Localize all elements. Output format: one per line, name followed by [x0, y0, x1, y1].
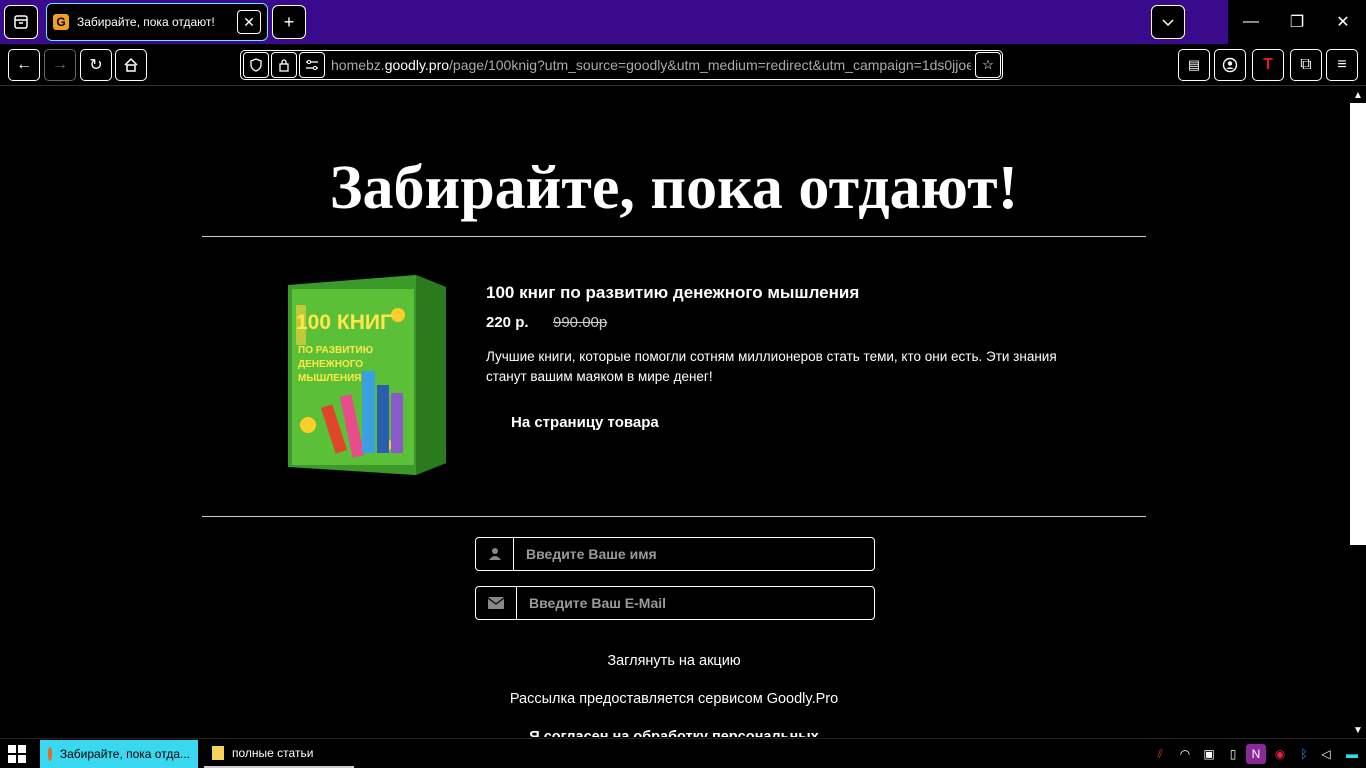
tab-title: Забирайте, пока отдают!	[77, 15, 215, 29]
home-button[interactable]	[115, 49, 147, 81]
firefox-icon	[48, 747, 52, 761]
tab-bar: G Забирайте, пока отдают! ✕ + — ❐ ✕	[0, 0, 1366, 44]
account-button[interactable]	[1214, 49, 1246, 81]
tab-list-button[interactable]	[1151, 5, 1185, 39]
name-field	[475, 537, 875, 571]
url-prefix: homebz.	[331, 57, 385, 73]
notification-icon[interactable]: ▬	[1342, 744, 1362, 764]
scroll-up-icon[interactable]: ▲	[1350, 87, 1366, 103]
menu-button[interactable]: ≡	[1326, 49, 1358, 81]
forward-button[interactable]: →	[44, 49, 76, 81]
email-field	[475, 586, 875, 620]
lock-icon	[279, 59, 289, 72]
taskbar-item-browser[interactable]: Забирайте, пока отда...	[40, 740, 198, 768]
bookmark-star-button[interactable]: ☆	[975, 52, 1001, 78]
restore-button[interactable]: ❐	[1274, 0, 1320, 44]
navigation-toolbar: ← → ↻ homebz.goodly.pro/page/100knig?utm…	[0, 44, 1366, 86]
user-icon	[476, 538, 514, 570]
extensions-button[interactable]: ⧉	[1290, 49, 1322, 81]
sidebar-button[interactable]: ▤	[1178, 49, 1210, 81]
name-input[interactable]	[514, 538, 874, 570]
cover-subtitle-2: ДЕНЕЖНОГО	[298, 359, 363, 370]
reload-icon: ↻	[89, 57, 103, 74]
url-text[interactable]: homebz.goodly.pro/page/100knig?utm_sourc…	[331, 57, 971, 73]
sliders-icon	[306, 59, 318, 71]
tray-app-icon[interactable]: ⫽	[1150, 744, 1170, 764]
product-page-link[interactable]: На страницу товара	[511, 414, 659, 431]
star-icon: ☆	[982, 57, 994, 72]
product-description: Лучшие книги, которые помогли сотням мил…	[486, 349, 1057, 384]
promo-link[interactable]: Заглянуть на акцию	[202, 653, 1146, 669]
tray-opera-icon[interactable]: ◉	[1270, 744, 1290, 764]
windows-start-icon[interactable]	[8, 745, 26, 763]
account-icon	[1222, 57, 1238, 73]
minimize-button[interactable]: —	[1228, 0, 1274, 44]
folder-icon	[212, 746, 224, 760]
product-cover-image: 100 КНИГ ПО РАЗВИТИЮ ДЕНЕЖНОГО МЫШЛЕНИЯ	[288, 275, 446, 475]
sidebar-icon: ▤	[1187, 57, 1201, 72]
puzzle-icon: ⧉	[1300, 56, 1312, 73]
close-icon: ✕	[1336, 14, 1350, 31]
permissions-button[interactable]	[299, 52, 325, 78]
archive-icon	[14, 15, 28, 29]
home-icon	[124, 57, 138, 72]
extension-t-icon: T	[1263, 56, 1273, 73]
back-button[interactable]: ←	[8, 49, 40, 81]
arrow-left-icon: ←	[16, 56, 32, 73]
hamburger-icon: ≡	[1337, 56, 1347, 73]
scroll-thumb[interactable]	[1350, 103, 1366, 545]
address-bar[interactable]: homebz.goodly.pro/page/100knig?utm_sourc…	[240, 50, 1003, 80]
volume-icon[interactable]: ◁	[1316, 744, 1336, 764]
chevron-down-icon	[1162, 19, 1174, 27]
goodly-favicon-icon: G	[53, 14, 69, 30]
page-scrollbar[interactable]: ▲ ▼	[1350, 87, 1366, 738]
wifi-icon[interactable]: ◠	[1175, 744, 1195, 764]
extension-t-button[interactable]: T	[1252, 49, 1284, 81]
taskbar-item-label: полные статьи	[232, 746, 314, 760]
divider-bottom	[202, 516, 1146, 517]
tab-overview-button[interactable]	[4, 5, 38, 39]
taskbar-item-folder[interactable]: полные статьи	[204, 740, 354, 768]
page-headline: Забирайте, пока отдают!	[329, 154, 1019, 222]
close-window-button[interactable]: ✕	[1320, 0, 1366, 44]
product-old-price: 990.00р	[553, 314, 608, 331]
tray-n-icon[interactable]: N	[1246, 744, 1266, 764]
web-page: Забирайте, пока отдают! 100 КНИГ ПО РАЗВ…	[0, 87, 1350, 737]
cover-subtitle-3: МЫШЛЕНИЯ	[298, 373, 361, 384]
envelope-icon	[476, 587, 517, 619]
usb-icon[interactable]: ▯	[1223, 744, 1243, 764]
new-tab-button[interactable]: +	[272, 5, 306, 39]
email-input[interactable]	[517, 587, 874, 619]
plus-icon: +	[283, 11, 295, 32]
shield-icon	[250, 58, 262, 72]
url-domain: goodly.pro	[384, 57, 450, 73]
arrow-right-icon: →	[52, 56, 68, 73]
active-tab[interactable]: G Забирайте, пока отдают! ✕	[46, 3, 268, 41]
cover-title-text: 100 КНИГ	[296, 311, 392, 334]
scroll-down-icon[interactable]: ▼	[1350, 722, 1366, 738]
reload-button[interactable]: ↻	[80, 49, 112, 81]
restore-icon: ❐	[1289, 14, 1305, 31]
bluetooth-icon[interactable]: ᛒ	[1294, 744, 1314, 764]
url-path: /page/100knig?utm_source=goodly&utm_medi…	[449, 57, 971, 73]
divider-top	[202, 236, 1146, 237]
windows-taskbar: Забирайте, пока отда... полные статьи ⫽ …	[0, 738, 1366, 768]
taskbar-item-label: Забирайте, пока отда...	[59, 747, 190, 761]
tracking-protection-button[interactable]	[243, 52, 269, 78]
tab-close-button[interactable]: ✕	[237, 10, 261, 34]
consent-text[interactable]: Я согласен на обработку персональных	[202, 729, 1146, 737]
product-price: 220 р.	[486, 314, 529, 331]
tray-device-icon[interactable]: ▣	[1199, 744, 1219, 764]
product-title: 100 книг по развитию денежного мышления	[486, 283, 860, 302]
cover-subtitle-1: ПО РАЗВИТИЮ	[298, 345, 373, 356]
minimize-icon: —	[1243, 13, 1259, 30]
service-note: Рассылка предоставляется сервисом Goodly…	[509, 691, 839, 707]
site-security-button[interactable]	[271, 52, 297, 78]
